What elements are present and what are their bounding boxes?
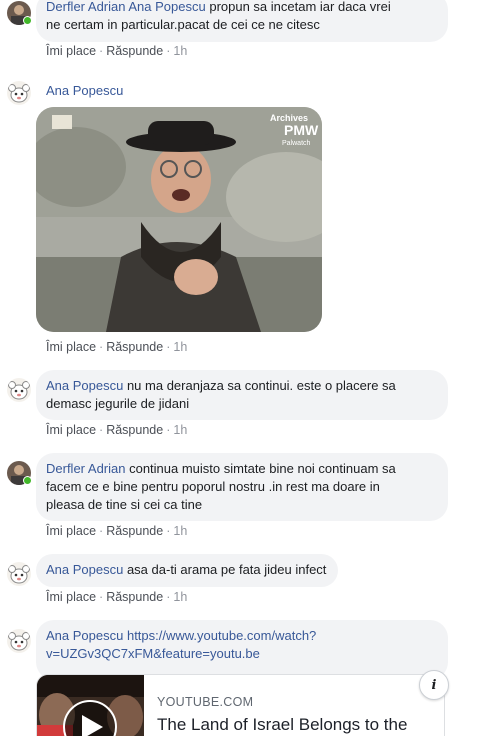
comment-url-link[interactable]: https://www.youtube.com/watch? <box>127 628 316 643</box>
mention-link[interactable]: Ana Popescu <box>128 0 205 14</box>
comment-actions: Îmi place · Răspunde · 1h <box>46 423 188 437</box>
link-preview-thumbnail[interactable] <box>37 675 144 736</box>
comment-text: ne certam in particular.pacat de cei ce … <box>46 17 320 32</box>
comment-author[interactable]: Ana Popescu <box>46 628 123 643</box>
avatar-ana[interactable] <box>7 562 31 586</box>
like-link[interactable]: Îmi place <box>46 524 96 538</box>
comment-text: asa da-ti arama pe fata jideu infect <box>123 562 327 577</box>
like-link[interactable]: Îmi place <box>46 44 96 58</box>
timestamp[interactable]: 1h <box>173 524 187 538</box>
comment-actions: Îmi place · Răspunde · 1h <box>46 590 188 604</box>
comment-text: nu ma deranjaza sa continui. este o plac… <box>123 378 396 393</box>
comment-text: pleasa de tine si cei ca tine <box>46 497 203 512</box>
comment-author[interactable]: Ana Popescu <box>46 83 123 98</box>
comment-author[interactable]: Derfler Adrian <box>46 0 125 14</box>
comment-bubble: Ana Popescu asa da-ti arama pe fata jide… <box>36 554 339 587</box>
comment-actions: Îmi place · Răspunde · 1h <box>46 340 188 354</box>
comment-author[interactable]: Ana Popescu <box>46 562 123 577</box>
comment-text: facem ce e bine pentru poporul nostru .i… <box>46 479 380 494</box>
link-preview-card[interactable]: YOUTUBE.COM The Land of Israel Belongs t… <box>36 674 445 736</box>
timestamp[interactable]: 1h <box>173 423 187 437</box>
comment-url-link[interactable]: v=UZGv3QC7xFM&feature=youtu.be <box>46 645 436 663</box>
info-icon[interactable]: i <box>419 670 449 700</box>
comment-bubble: Ana Popescu https://www.youtube.com/watc… <box>36 620 448 680</box>
like-link[interactable]: Îmi place <box>46 423 96 437</box>
timestamp[interactable]: 1h <box>173 340 187 354</box>
comment-gif-image[interactable]: Archives PMW Palwatch <box>36 107 322 332</box>
reply-link[interactable]: Răspunde <box>106 524 163 538</box>
comment-text: demasc jegurile de jidani <box>46 396 190 411</box>
comment-bubble: Derfler Adrian continua muisto simtate b… <box>36 453 448 521</box>
online-indicator <box>23 16 32 25</box>
comment-actions: Îmi place · Răspunde · 1h <box>46 44 188 58</box>
link-preview-title[interactable]: The Land of Israel Belongs to the <box>157 715 407 735</box>
comment-actions: Îmi place · Răspunde · 1h <box>46 524 188 538</box>
comment-author[interactable]: Ana Popescu <box>46 378 123 393</box>
gif-watermark-pmw: PMW <box>284 122 319 138</box>
reply-link[interactable]: Răspunde <box>106 44 163 58</box>
comment-bubble: Derfler Adrian Ana Popescu propun sa inc… <box>36 0 448 42</box>
avatar-ana[interactable] <box>7 629 31 653</box>
comment-bubble: Ana Popescu nu ma deranjaza sa continui.… <box>36 370 448 420</box>
reply-link[interactable]: Răspunde <box>106 340 163 354</box>
avatar-ana[interactable] <box>7 81 31 105</box>
comment-author[interactable]: Derfler Adrian <box>46 461 125 476</box>
reply-link[interactable]: Răspunde <box>106 590 163 604</box>
comment-text: continua muisto simtate bine noi continu… <box>125 461 396 476</box>
comment-text: propun sa incetam iar daca vrei <box>205 0 391 14</box>
timestamp[interactable]: 1h <box>173 44 187 58</box>
avatar-ana[interactable] <box>7 378 31 402</box>
like-link[interactable]: Îmi place <box>46 340 96 354</box>
gif-watermark-palwatch: Palwatch <box>282 140 311 147</box>
like-link[interactable]: Îmi place <box>46 590 96 604</box>
reply-link[interactable]: Răspunde <box>106 423 163 437</box>
link-preview-domain: YOUTUBE.COM <box>157 695 254 709</box>
timestamp[interactable]: 1h <box>173 590 187 604</box>
online-indicator <box>23 476 32 485</box>
